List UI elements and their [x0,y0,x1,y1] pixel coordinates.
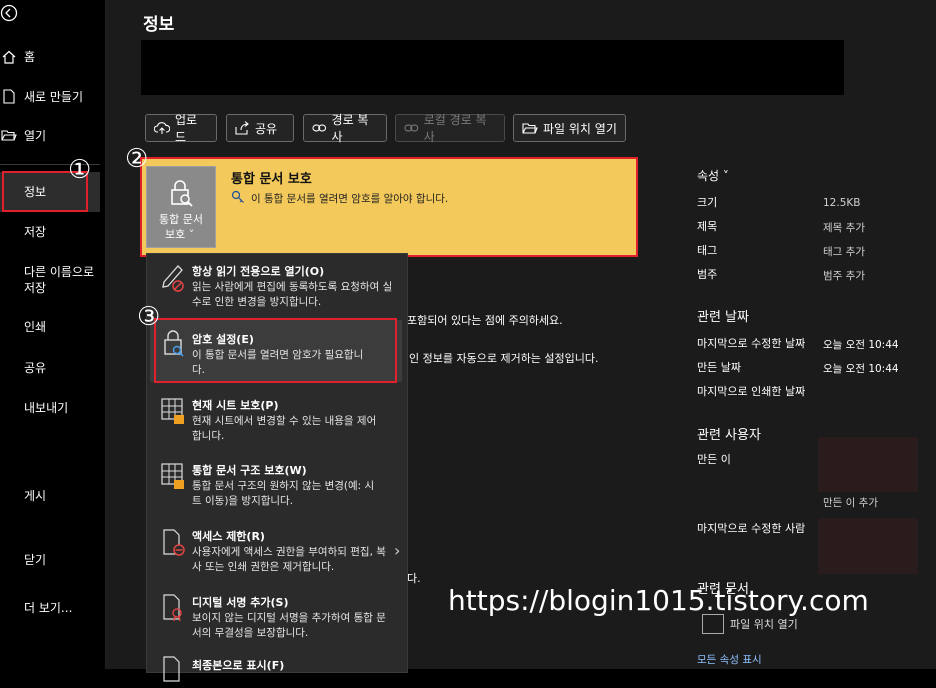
folder-open-icon [522,122,538,134]
related-people-title: 관련 사용자 [697,428,761,443]
sidebar-item-share[interactable]: 공유 [24,360,46,376]
open-location-label: 파일 위치 열기 [543,121,617,136]
open-folder-icon [1,129,17,142]
link-icon [312,124,327,132]
menu-item-read-only[interactable]: 항상 읽기 전용으로 열기(O) [192,263,324,279]
new-file-icon [3,89,15,104]
home-icon [2,50,16,64]
menu-item-read-only-desc: 읽는 사람에게 편집에 동록하도록 요청하여 실수로 인한 변경을 방지합니다. [192,281,393,308]
menu-item-protect-sheet[interactable]: 현재 시트 보호(P) [192,397,279,413]
restrict-access-icon [160,528,186,556]
workbook-structure-lock-icon [160,461,186,489]
creator-avatar-redacted [818,437,918,492]
protect-title: 통합 문서 보호 [231,172,312,187]
sidebar-item-export[interactable]: 내보내기 [24,400,68,416]
marker-2: ② [125,144,149,174]
protect-button-label-2: 보호 ˅ [165,228,195,241]
watermark-text: https://blogin1015.tistory.com [448,584,869,617]
marker-3: ③ [137,302,161,332]
marker-1: ① [68,155,92,185]
submenu-chevron-icon[interactable]: › [394,541,400,560]
date-label-printed: 마지막으로 인쇄한 날짜 [697,385,806,398]
menu-item-protect-structure-desc: 통합 문서 구조의 원하지 않는 변경(예: 시트 이동)을 방지합니다. [192,480,375,507]
sidebar-item-home[interactable]: 홈 [24,49,35,65]
redacted-path-bar [141,40,844,95]
lock-search-icon [168,178,194,208]
menu-item-set-password-desc: 이 통합 문서를 열려면 암호가 필요합니다. [192,349,364,376]
date-label-created: 만든 날짜 [697,361,741,374]
show-all-properties-link[interactable]: 모든 속성 표시 [697,652,762,667]
prop-value-size: 12.5KB [823,197,861,209]
link-icon-disabled [404,124,419,132]
sidebar: 홈 새로 만들기 열기 정보 ① 저장 다른 이름으로 저장 인쇄 공유 내보내… [0,0,105,669]
mark-final-icon [160,655,186,683]
sidebar-item-publish[interactable]: 게시 [24,488,46,504]
date-value-created: 오늘 오전 10:44 [823,363,899,375]
related-dates-title: 관련 날짜 [697,310,749,325]
sheet-lock-icon [160,396,186,424]
protect-key-icon [231,190,245,204]
prop-label-category: 범주 [697,268,718,281]
open-file-location-link[interactable]: 파일 위치 열기 [730,616,798,632]
copy-path-label: 경로 복사 [331,113,369,144]
bg-text-2: 인 정보를 자동으로 제거하는 설정입니다. [409,352,599,365]
protect-button-label-1: 통합 문서 [159,213,203,226]
prop-label-tag: 태그 [697,244,718,257]
upload-label: 업로드 [174,113,198,144]
date-value-modified: 오늘 오전 10:44 [823,339,899,351]
lock-search-menu-icon [162,328,188,357]
back-icon[interactable] [0,4,18,22]
menu-item-restrict-access-desc: 사용자에게 액세스 권한을 부여하되 편집, 복사 또는 인쇄 권한은 제거합니… [192,546,386,573]
open-location-button[interactable]: 파일 위치 열기 [513,114,626,142]
add-author-link[interactable]: 만든 이 추가 [823,495,878,510]
properties-header[interactable]: 속성 ˅ [697,167,729,184]
copy-local-path-button[interactable]: 로컬 경로 복사 [395,113,505,144]
sidebar-item-new[interactable]: 새로 만들기 [24,89,83,105]
last-modified-by-label: 마지막으로 수정한 사람 [697,522,806,535]
page-title: 정보 [143,15,175,35]
folder-location-icon [702,614,724,634]
menu-item-protect-structure[interactable]: 통합 문서 구조 보호(W) [192,462,307,478]
digital-signature-icon [160,593,186,622]
sidebar-item-more[interactable]: 더 보기... [24,600,72,616]
sidebar-item-save-as[interactable]: 다른 이름으로 저장 [24,264,94,296]
modifier-avatar-redacted [818,518,918,574]
copy-path-button[interactable]: 경로 복사 [303,113,387,144]
menu-item-digital-signature-desc: 보이지 않는 디지털 서명을 추가하여 통합 문서의 무결성을 보장합니다. [192,612,386,639]
protect-desc: 이 통합 문서를 열려면 암호를 알아야 합니다. [251,193,449,205]
share-button[interactable]: 공유 [226,114,294,142]
cloud-upload-icon [154,122,170,134]
sidebar-item-open[interactable]: 열기 [24,128,46,144]
menu-item-set-password[interactable]: 암호 설정(E) [192,331,254,347]
pencil-no-icon [160,262,186,292]
creator-label: 만든 이 [697,453,731,466]
share-label: 공유 [255,121,278,136]
sidebar-item-print[interactable]: 인쇄 [24,319,46,335]
menu-item-mark-final[interactable]: 최종본으로 표시(F) [192,657,284,673]
prop-label-size: 크기 [697,196,718,209]
prop-value-category[interactable]: 범주 추가 [823,268,865,283]
prop-label-title: 제목 [697,220,718,233]
sidebar-item-save[interactable]: 저장 [24,224,46,240]
menu-item-digital-signature[interactable]: 디지털 서명 추가(S) [192,594,288,610]
prop-value-tag[interactable]: 태그 추가 [823,244,865,259]
sidebar-item-close[interactable]: 닫기 [24,552,46,568]
prop-value-title[interactable]: 제목 추가 [823,220,865,235]
menu-item-protect-sheet-desc: 현재 시트에서 변경할 수 있는 내용을 제어합니다. [192,415,377,442]
share-icon [235,121,249,135]
copy-local-path-label: 로컬 경로 복사 [423,113,487,144]
upload-button[interactable]: 업로드 [145,113,217,144]
bg-text-3: 다. [407,572,421,585]
menu-item-restrict-access[interactable]: 액세스 제한(R) [192,528,265,544]
bg-text-1: 포함되어 있다는 점에 주의하세요. [407,314,563,327]
date-label-modified: 마지막으로 수정한 날짜 [697,337,806,350]
